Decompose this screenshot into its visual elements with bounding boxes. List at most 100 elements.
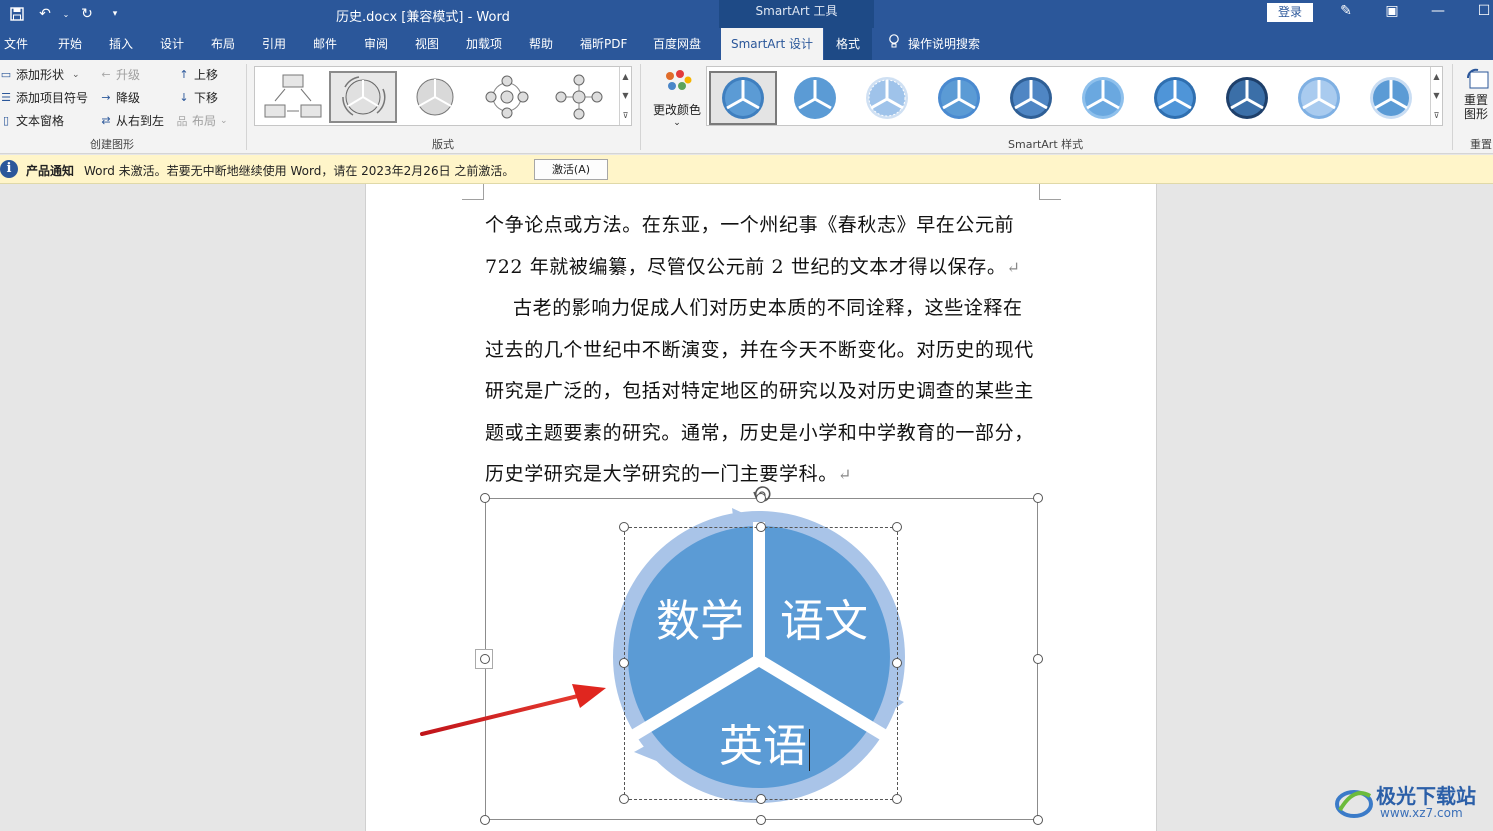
tell-me-search[interactable]: 操作说明搜索 bbox=[888, 28, 980, 60]
gallery-more-icon[interactable]: ⊽ bbox=[1434, 111, 1440, 120]
ribbon-display-options-icon[interactable]: ▣ bbox=[1380, 3, 1404, 19]
scroll-up-icon[interactable]: ▲ bbox=[1433, 72, 1439, 81]
add-shape-button[interactable]: ▭ 添加形状 ⌄ bbox=[0, 66, 80, 83]
tab-format[interactable]: 格式 bbox=[824, 28, 873, 60]
demote-button[interactable]: → 降级 bbox=[100, 89, 140, 106]
redo-icon[interactable]: ↻ bbox=[76, 4, 98, 24]
smartart-style-thumb[interactable] bbox=[709, 71, 777, 125]
scroll-down-icon[interactable]: ▼ bbox=[1433, 91, 1439, 100]
layout-thumb-pie[interactable] bbox=[401, 71, 469, 123]
move-up-button[interactable]: ↑ 上移 bbox=[178, 66, 218, 83]
smartart-style-thumb[interactable] bbox=[1357, 71, 1425, 125]
resize-handle[interactable] bbox=[619, 794, 629, 804]
add-bullet-button[interactable]: ☰ 添加项目符号 bbox=[0, 89, 88, 106]
resize-handle[interactable] bbox=[756, 794, 766, 804]
resize-handle[interactable] bbox=[892, 658, 902, 668]
body-text-line[interactable]: 题或主题要素的研究。通常，历史是小学和中学教育的一部分， bbox=[485, 418, 1034, 445]
scroll-down-icon[interactable]: ▼ bbox=[622, 91, 628, 100]
tab-help[interactable]: 帮助 bbox=[529, 28, 553, 60]
body-text-line[interactable]: 过去的几个世纪中不断演变，并在今天不断变化。对历史的现代 bbox=[485, 335, 1034, 362]
resize-handle[interactable] bbox=[480, 493, 490, 503]
body-text-line[interactable]: 722 年就被编纂，尽管仅公元前 2 世纪的文本才得以保存。↵ bbox=[485, 252, 1021, 279]
tab-review[interactable]: 审阅 bbox=[364, 28, 388, 60]
resize-handle[interactable] bbox=[892, 794, 902, 804]
promote-label: 升级 bbox=[116, 68, 141, 82]
resize-handle[interactable] bbox=[892, 522, 902, 532]
segment-label-chinese[interactable]: 语文 bbox=[780, 585, 868, 649]
smartart-style-thumb[interactable] bbox=[1141, 71, 1209, 125]
scroll-up-icon[interactable]: ▲ bbox=[622, 72, 628, 81]
right-to-left-button[interactable]: ⇄ 从右到左 bbox=[100, 112, 164, 129]
window-title: 历史.docx [兼容模式] - Word bbox=[336, 10, 510, 25]
tab-home[interactable]: 开始 bbox=[58, 28, 82, 60]
body-text-line[interactable]: 历史学研究是大学研究的一门主要学科。↵ bbox=[485, 459, 852, 486]
chevron-down-icon: ⌄ bbox=[220, 115, 228, 126]
resize-handle[interactable] bbox=[1033, 654, 1043, 664]
resize-handle[interactable] bbox=[480, 815, 490, 825]
resize-handle[interactable] bbox=[756, 493, 766, 503]
minimize-icon[interactable]: — bbox=[1426, 3, 1450, 19]
move-down-button[interactable]: ↓ 下移 bbox=[178, 89, 218, 106]
gallery-more-icon[interactable]: ⊽ bbox=[623, 111, 629, 120]
tab-foxit-pdf[interactable]: 福昕PDF bbox=[580, 28, 627, 60]
layout-button[interactable]: 品 布局 ⌄ bbox=[176, 112, 228, 129]
body-text-line[interactable]: 个争论点或方法。在东亚，一个州纪事《春秋志》早在公元前 bbox=[485, 210, 1014, 237]
arrow-up-icon: ↑ bbox=[179, 68, 189, 81]
segment-label-english[interactable]: 英语 bbox=[719, 710, 810, 774]
smartart-style-thumb[interactable] bbox=[925, 71, 993, 125]
customize-qat-icon[interactable]: ▾ bbox=[104, 4, 126, 24]
tab-view[interactable]: 视图 bbox=[415, 28, 439, 60]
styles-gallery-scroll[interactable]: ▲ ▼ ⊽ bbox=[1430, 67, 1442, 125]
layout-thumb-hierarchy[interactable] bbox=[259, 71, 327, 123]
resize-handle[interactable] bbox=[480, 654, 490, 664]
undo-dropdown-icon[interactable]: ⌄ bbox=[62, 4, 70, 24]
text-pane-icon: ▯ bbox=[2, 114, 10, 127]
cycle-style-icon bbox=[1082, 77, 1124, 119]
reset-graphic-button[interactable]: 重置图形 bbox=[1464, 66, 1493, 121]
tab-baidu-netdisk[interactable]: 百度网盘 bbox=[653, 28, 701, 60]
layout-thumb-radial-lines[interactable] bbox=[545, 71, 613, 123]
tab-insert[interactable]: 插入 bbox=[109, 28, 133, 60]
resize-handle[interactable] bbox=[1033, 815, 1043, 825]
layouts-gallery-scroll[interactable]: ▲ ▼ ⊽ bbox=[619, 67, 631, 125]
body-text-line[interactable]: 古老的影响力促成人们对历史本质的不同诠释，这些诠释在 bbox=[513, 293, 1023, 320]
resize-handle[interactable] bbox=[756, 815, 766, 825]
maximize-icon[interactable]: ☐ bbox=[1472, 3, 1493, 19]
smartart-style-thumb[interactable] bbox=[997, 71, 1065, 125]
tab-layout[interactable]: 布局 bbox=[211, 28, 235, 60]
activate-button[interactable]: 激活(A) bbox=[534, 159, 608, 180]
layout-thumb-cycle-selected[interactable] bbox=[329, 71, 397, 123]
resize-handle[interactable] bbox=[1033, 493, 1043, 503]
tab-smartart-design[interactable]: SmartArt 设计 bbox=[721, 28, 823, 60]
segment-label-math[interactable]: 数学 bbox=[656, 585, 744, 649]
tab-file[interactable]: 文件 bbox=[4, 28, 28, 60]
tab-references[interactable]: 引用 bbox=[262, 28, 286, 60]
smartart-style-thumb[interactable] bbox=[1069, 71, 1137, 125]
tab-addins[interactable]: 加载项 bbox=[466, 28, 502, 60]
tab-mailings[interactable]: 邮件 bbox=[313, 28, 337, 60]
palette-icon bbox=[666, 70, 692, 90]
margin-corner-mark bbox=[1039, 184, 1061, 200]
body-text-line[interactable]: 研究是广泛的，包括对特定地区的研究以及对历史调查的某些主 bbox=[485, 376, 1034, 403]
text-pane-button[interactable]: ▯ 文本窗格 bbox=[0, 112, 64, 129]
login-button[interactable]: 登录 bbox=[1267, 3, 1313, 22]
smartart-style-thumb[interactable] bbox=[1285, 71, 1353, 125]
change-color-button[interactable]: 更改颜色 ⌄ bbox=[650, 68, 704, 134]
smartart-style-thumb[interactable] bbox=[853, 71, 921, 125]
pen-icon[interactable]: ✎ bbox=[1334, 3, 1358, 19]
promote-button[interactable]: ← 升级 bbox=[100, 66, 140, 83]
cycle-style-icon bbox=[1010, 77, 1052, 119]
smartart-style-thumb[interactable] bbox=[781, 71, 849, 125]
layout-thumb-radial[interactable] bbox=[473, 71, 541, 123]
cycle-style-icon bbox=[794, 77, 836, 119]
save-icon[interactable] bbox=[6, 4, 28, 24]
tab-design[interactable]: 设计 bbox=[160, 28, 184, 60]
undo-icon[interactable]: ↶ bbox=[34, 4, 56, 24]
cycle-style-icon bbox=[938, 77, 980, 119]
site-watermark: 极光下载站 www.xz7.com bbox=[1332, 778, 1492, 828]
change-color-label: 更改颜色 bbox=[652, 103, 701, 117]
smartart-style-thumb[interactable] bbox=[1213, 71, 1281, 125]
resize-handle[interactable] bbox=[756, 522, 766, 532]
resize-handle[interactable] bbox=[619, 522, 629, 532]
resize-handle[interactable] bbox=[619, 658, 629, 668]
